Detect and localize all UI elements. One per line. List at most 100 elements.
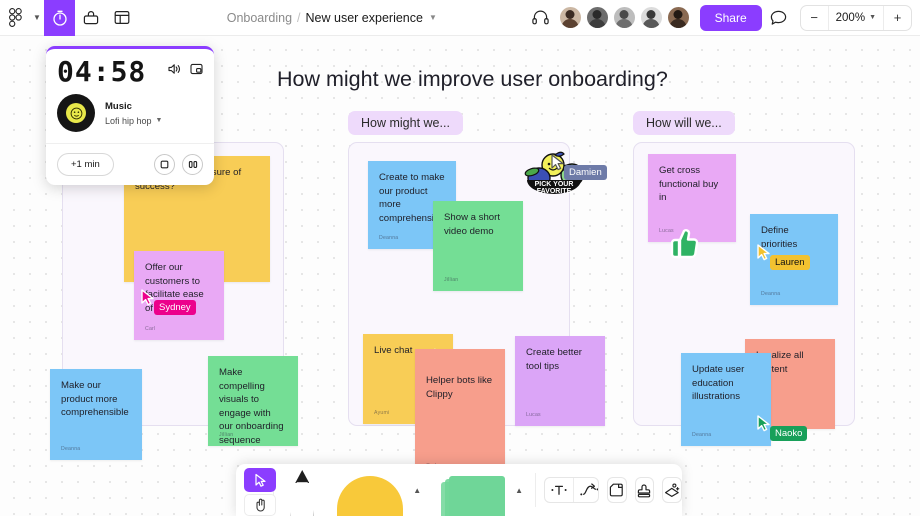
connector-tool-icon[interactable] [572, 478, 598, 502]
zoom-level-display[interactable]: 200% ▼ [827, 5, 884, 30]
note-create-better-tool-tips[interactable]: Create better tool tips Lucas [515, 336, 605, 426]
vinyl-record-icon [57, 94, 95, 132]
cursor-lauren: Lauren [757, 244, 810, 270]
note-author: Deanna [379, 234, 399, 241]
pause-button[interactable] [182, 154, 203, 175]
zoom-in-button[interactable]: + [884, 6, 911, 30]
breadcrumb-separator: / [297, 10, 301, 25]
timer-display: 04:58 [57, 55, 147, 88]
toolbox-icon[interactable] [75, 0, 106, 36]
music-track-name: Lofi hip hop [105, 115, 152, 126]
chevron-down-icon[interactable]: ▼ [429, 13, 437, 22]
stamp-tool-icon[interactable] [634, 477, 655, 503]
sticker-line-2: FAVORITE [537, 188, 572, 195]
stop-button[interactable] [154, 154, 175, 175]
cursor-naoko: Naoko [757, 415, 808, 441]
widgets-plus-icon[interactable] [662, 477, 683, 503]
note-text: Helper bots like Clippy [426, 375, 493, 400]
widget-music-row: Music Lofi hip hop ▼ [46, 90, 214, 143]
chevron-down-icon: ▼ [869, 14, 876, 21]
hand-pan-icon[interactable] [244, 494, 276, 516]
zoom-level-value: 200% [835, 11, 866, 24]
note-make-compelling-visuals[interactable]: Make compelling visuals to engage with o… [208, 356, 298, 446]
note-author: Deanna [761, 290, 781, 297]
widget-footer: +1 min [46, 143, 214, 185]
note-show-short-video-demo[interactable]: Show a short video demo Jillian [433, 201, 523, 291]
note-text: Live chat [374, 345, 413, 356]
text-tool-icon[interactable] [545, 478, 573, 502]
avatar[interactable] [639, 6, 663, 29]
note-helper-bots-like-clippy[interactable]: Helper bots like Clippy Carl [415, 349, 505, 477]
cursor-label: Naoko [770, 426, 808, 441]
top-toolbar: ▼ Onboarding / New user experience ▼ Sha… [0, 0, 920, 36]
chevron-down-icon: ▼ [155, 117, 163, 124]
widget-music-text: Music Lofi hip hop ▼ [105, 101, 162, 126]
cursor-label: Damien [564, 165, 607, 180]
toolbar-divider-2 [535, 473, 536, 507]
cursor-sydney: Sydney [141, 289, 196, 315]
note-author: Deanna [61, 445, 81, 452]
sticker-line-1: PICK YOUR [535, 181, 574, 188]
popout-icon[interactable] [190, 62, 203, 80]
note-text: Make our product more comprehensible [61, 380, 129, 419]
sticky-color-chevron-up-icon[interactable]: ▲ [409, 486, 425, 495]
shape-color-chevron-up-icon[interactable]: ▲ [511, 486, 527, 495]
bottom-toolbar: ▲ ▲ [236, 464, 683, 516]
topbar-right-group: Share − 200% ▼ + [527, 3, 920, 33]
headset-icon[interactable] [527, 10, 555, 25]
figjam-logo-icon[interactable] [0, 0, 30, 36]
note-author: Carl [145, 325, 156, 332]
widget-time-row: 04:58 [46, 49, 214, 90]
volume-icon[interactable] [168, 62, 181, 80]
note-author: Jillian [444, 276, 459, 283]
cursor-select-icon[interactable] [244, 468, 276, 492]
frame-right-label[interactable]: How will we... [633, 111, 735, 135]
frame-middle-label[interactable]: How might we... [348, 111, 463, 135]
cursor-arrow-icon [757, 415, 770, 432]
timer-music-widget[interactable]: 04:58 Music Lofi hip hop ▼ +1 min [46, 46, 214, 185]
thumbs-up-stamp-icon[interactable] [665, 226, 699, 260]
avatar[interactable] [612, 6, 636, 29]
cursor-label: Sydney [154, 300, 196, 315]
avatar[interactable] [558, 6, 582, 29]
section-frame-icon[interactable] [606, 477, 627, 503]
figjam-board-app: How might we improve user onboarding? …e… [0, 0, 920, 516]
topbar-left-group: ▼ [0, 0, 137, 36]
pen-tool-icon[interactable] [285, 464, 319, 516]
music-title: Music [105, 100, 132, 112]
music-track-selector[interactable]: Lofi hip hop ▼ [105, 116, 162, 126]
add-minute-button[interactable]: +1 min [57, 153, 114, 176]
note-author: Ayumi [374, 409, 390, 416]
layout-panel-icon[interactable] [106, 0, 137, 36]
cursor-damien: Damien [551, 154, 607, 180]
shape-tool-icon[interactable] [439, 464, 506, 516]
cursor-arrow-icon [141, 289, 154, 306]
note-text: Create better tool tips [526, 347, 582, 372]
avatar[interactable] [585, 6, 609, 29]
note-text: Update user education illustrations [692, 364, 745, 403]
file-menu-caret-icon[interactable]: ▼ [30, 0, 44, 36]
collaborator-avatars [558, 6, 690, 29]
cursor-arrow-icon [757, 244, 770, 261]
note-author: Deanna [692, 431, 712, 438]
breadcrumb: Onboarding / New user experience ▼ [137, 11, 527, 25]
breadcrumb-parent[interactable]: Onboarding [227, 11, 292, 25]
note-make-product-comprehensible[interactable]: Make our product more comprehensible Dea… [50, 369, 142, 460]
text-connector-group: ▲ [543, 477, 599, 503]
timer-controls [154, 154, 203, 175]
select-tool-group [242, 464, 276, 516]
sticky-note-tool-icon[interactable] [337, 464, 404, 516]
note-author: Lucas [526, 411, 541, 418]
cursor-arrow-icon [551, 154, 564, 171]
breadcrumb-current[interactable]: New user experience [306, 11, 423, 25]
note-text: Get cross functional buy in [659, 165, 719, 204]
avatar[interactable] [666, 6, 690, 29]
widget-icon-group [168, 58, 203, 80]
comment-bubble-icon[interactable] [762, 3, 796, 33]
zoom-out-button[interactable]: − [801, 6, 828, 30]
note-author: Jillian [219, 431, 234, 438]
board-title: How might we improve user onboarding? [277, 67, 668, 91]
note-text: Show a short video demo [444, 212, 500, 237]
share-button[interactable]: Share [699, 4, 762, 31]
timer-icon[interactable] [44, 0, 75, 36]
